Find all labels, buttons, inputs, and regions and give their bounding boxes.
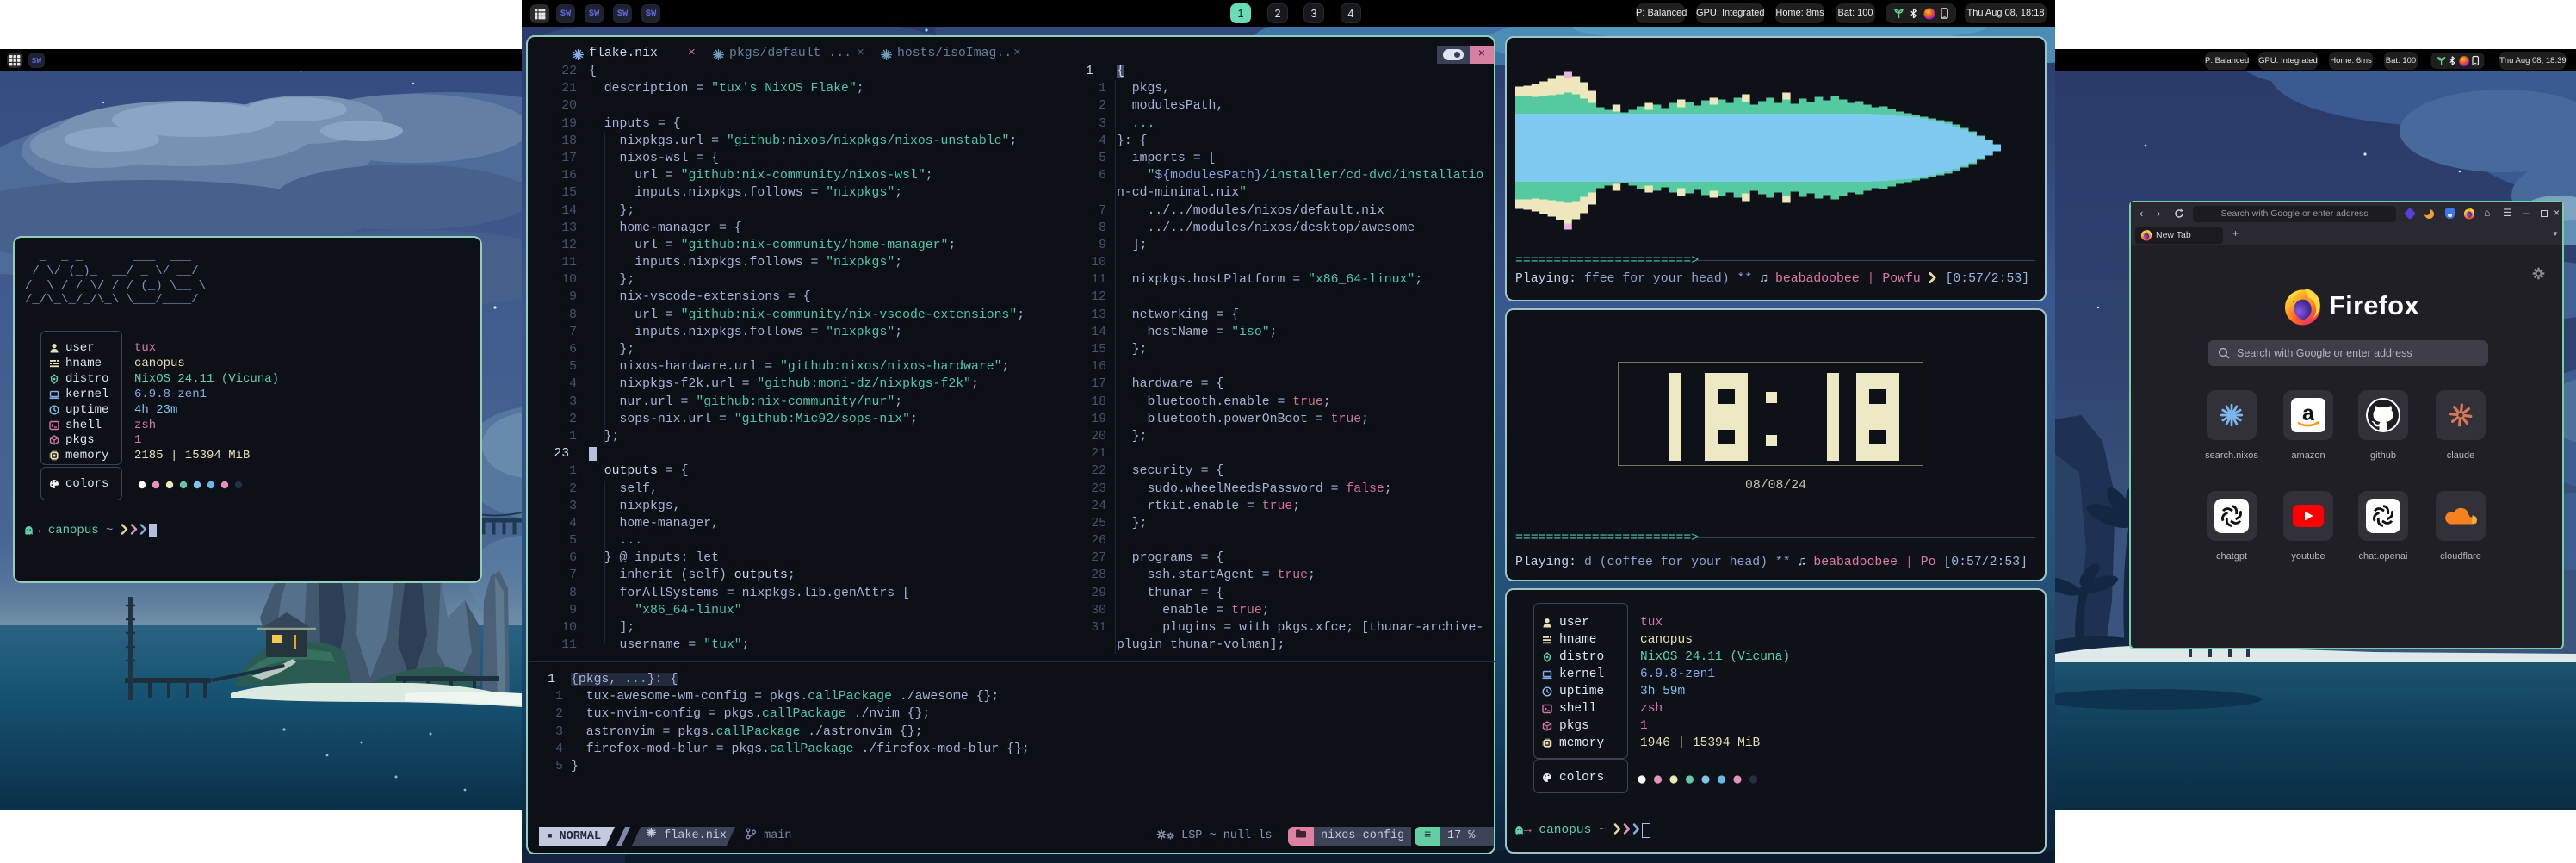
svg-text:a: a <box>2302 401 2315 425</box>
